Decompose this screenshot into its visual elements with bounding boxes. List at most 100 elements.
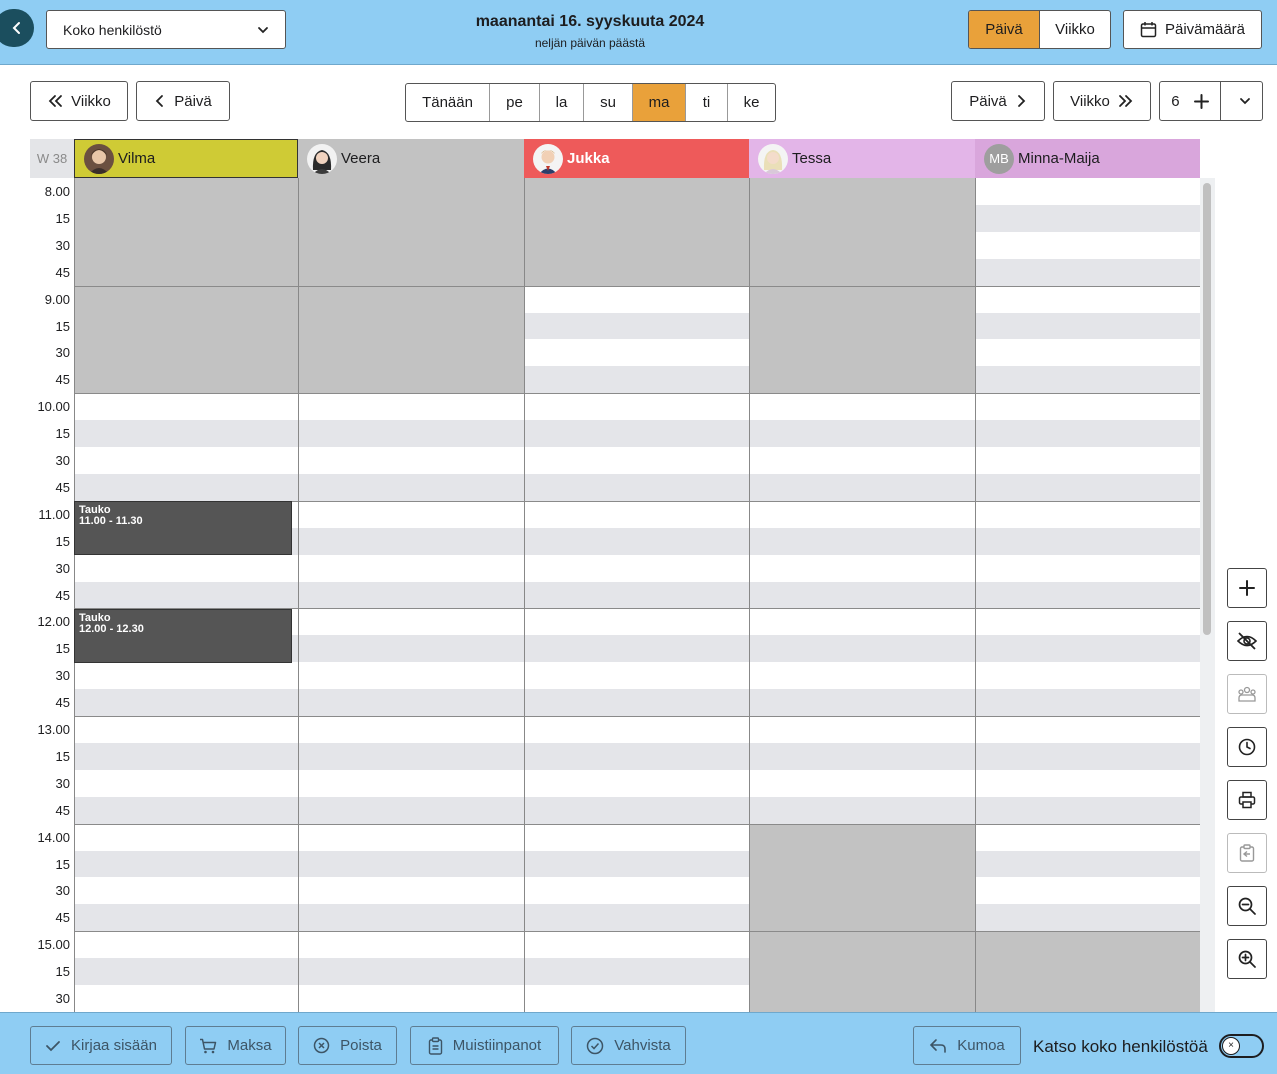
zoom-in-button[interactable]: [1227, 939, 1267, 979]
time-slot-row[interactable]: [74, 877, 1200, 905]
check-circle-icon: [587, 1037, 604, 1054]
double-chevron-left-icon: [48, 95, 63, 107]
print-button[interactable]: [1227, 780, 1267, 820]
time-label: 45: [55, 695, 70, 711]
day-ke[interactable]: ke: [727, 84, 775, 121]
view-week-button[interactable]: Viikko: [1039, 11, 1110, 48]
time-label: 30: [55, 453, 70, 468]
avatar-initials: MB: [984, 143, 1014, 174]
check-icon: [46, 1040, 60, 1051]
day-su[interactable]: su: [583, 84, 632, 121]
next-week-button[interactable]: Viikko: [1053, 81, 1151, 121]
time-slot-row[interactable]: [74, 554, 1200, 582]
scrollbar-thumb[interactable]: [1203, 183, 1211, 635]
view-day-button[interactable]: Päivä: [969, 11, 1039, 48]
date-picker-button[interactable]: Päivämäärä: [1123, 10, 1262, 49]
staff-column-header-minna-maija[interactable]: MB Minna-Maija: [975, 139, 1200, 178]
time-slot-row[interactable]: [74, 796, 1200, 824]
pay-button[interactable]: Maksa: [185, 1026, 286, 1065]
time-label: 30: [55, 345, 70, 361]
time-slot-row[interactable]: [74, 742, 1200, 770]
staff-column-header-tessa[interactable]: Tessa: [749, 139, 975, 178]
prev-week-label: Viikko: [71, 92, 111, 110]
day-pe[interactable]: pe: [489, 84, 539, 121]
time-slot-row[interactable]: [74, 662, 1200, 690]
time-slot-row[interactable]: [74, 689, 1200, 717]
time-label: 30: [55, 991, 70, 1006]
time-slot-row[interactable]: [74, 823, 1200, 851]
staff-name: Tessa: [792, 150, 832, 167]
time-label: 45: [55, 479, 70, 495]
time-slot-row[interactable]: [74, 850, 1200, 878]
staff-column-header-vilma[interactable]: Vilma: [74, 139, 298, 178]
date-subtitle: neljän päivän päästä: [534, 36, 646, 50]
column-count-dropdown[interactable]: [1229, 82, 1262, 120]
check-in-button[interactable]: Kirjaa sisään: [30, 1026, 172, 1065]
notes-button[interactable]: Muistiinpanot: [410, 1026, 559, 1065]
time-slot-row[interactable]: [74, 904, 1200, 932]
time-button[interactable]: [1227, 727, 1267, 767]
time-slot-row[interactable]: [74, 447, 1200, 474]
time-label: 15.00: [37, 937, 70, 953]
day-ma[interactable]: ma: [632, 84, 685, 121]
clipboard-icon: [428, 1036, 442, 1055]
next-day-button[interactable]: Päivä: [951, 81, 1045, 121]
avatar: [307, 143, 337, 174]
hour-divider: [74, 285, 1200, 287]
undo-label: Kumoa: [957, 1037, 1005, 1054]
bottom-action-bar: Kirjaa sisään Maksa Poista Muistiinpanot…: [0, 1012, 1277, 1074]
time-slot-row[interactable]: [74, 581, 1200, 609]
group-view-button[interactable]: [1227, 674, 1267, 714]
staff-name: Jukka: [567, 150, 610, 167]
staff-column-header-veera[interactable]: Veera: [298, 139, 524, 178]
toggle-visibility-button[interactable]: [1227, 621, 1267, 661]
pay-label: Maksa: [227, 1037, 272, 1054]
time-label: 8.00: [44, 184, 70, 199]
paste-button[interactable]: [1227, 833, 1267, 873]
time-slot-row[interactable]: [74, 769, 1200, 797]
avatar: [533, 143, 563, 174]
event-time: 11.00 - 11.30: [79, 515, 143, 527]
time-slot-row[interactable]: [74, 420, 1200, 448]
prev-week-button[interactable]: Viikko: [30, 81, 128, 121]
time-slot-row[interactable]: [74, 393, 1200, 421]
time-label: 30: [55, 668, 70, 684]
staff-filter-value: Koko henkilöstö: [63, 21, 162, 38]
chevron-left-icon: [12, 22, 20, 34]
unavailable-block: [975, 931, 1200, 1012]
show-all-staff-label: Katso koko henkilöstöä: [1033, 1037, 1208, 1056]
delete-button[interactable]: Poista: [298, 1026, 397, 1065]
close-circle-icon: [313, 1037, 330, 1054]
time-label: 15: [55, 533, 70, 549]
undo-button[interactable]: Kumoa: [913, 1026, 1021, 1065]
staff-name: Veera: [341, 150, 381, 167]
time-label: 45: [55, 587, 70, 603]
confirm-button[interactable]: Vahvista: [571, 1026, 686, 1065]
time-label: 45: [55, 802, 70, 818]
next-week-label: Viikko: [1070, 92, 1110, 110]
break-event[interactable]: Tauko 11.00 - 11.30: [74, 501, 292, 555]
prev-day-button[interactable]: Päivä: [136, 81, 230, 121]
hour-divider: [74, 823, 1200, 825]
show-all-staff-toggle[interactable]: ×: [1219, 1034, 1264, 1058]
add-column-button[interactable]: 6: [1160, 82, 1221, 120]
add-booking-button[interactable]: [1227, 568, 1267, 608]
unavailable-block: [524, 178, 749, 286]
event-time: 12.00 - 12.30: [79, 623, 144, 635]
week-number: W 38: [30, 139, 74, 178]
day-la[interactable]: la: [539, 84, 583, 121]
date-picker-label: Päivämäärä: [1164, 21, 1246, 38]
staff-column-header-jukka[interactable]: Jukka: [524, 139, 749, 178]
staff-filter-select[interactable]: Koko henkilöstö: [46, 10, 286, 49]
back-button[interactable]: [0, 9, 34, 47]
break-event[interactable]: Tauko 12.00 - 12.30: [74, 609, 292, 663]
time-label: 45: [55, 264, 70, 280]
hour-divider: [74, 931, 1200, 933]
undo-icon: [930, 1038, 947, 1053]
day-ti[interactable]: ti: [685, 84, 727, 121]
day-today[interactable]: Tänään: [406, 84, 489, 121]
time-slot-row[interactable]: [74, 716, 1200, 743]
column-divider: [298, 178, 299, 1012]
time-slot-row[interactable]: [74, 473, 1200, 501]
zoom-out-button[interactable]: [1227, 886, 1267, 926]
